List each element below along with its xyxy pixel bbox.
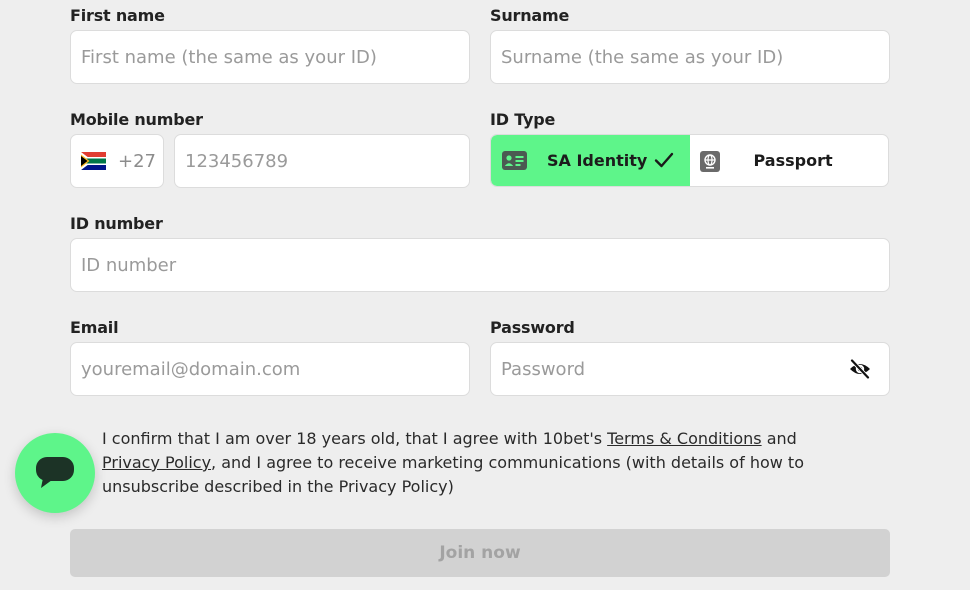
id-type-option-sa-identity[interactable]: SA Identity bbox=[491, 135, 690, 186]
passport-icon bbox=[699, 151, 720, 172]
consent-text: I confirm that I am over 18 years old, t… bbox=[102, 427, 842, 499]
mobile-number-input[interactable] bbox=[175, 135, 469, 187]
surname-label: Surname bbox=[490, 6, 570, 25]
passport-label: Passport bbox=[753, 151, 833, 170]
mobile-number-label: Mobile number bbox=[70, 110, 203, 129]
id-number-field-box bbox=[70, 238, 890, 292]
eye-off-icon[interactable] bbox=[849, 359, 871, 379]
sa-identity-label: SA Identity bbox=[547, 151, 648, 170]
id-card-icon bbox=[502, 151, 527, 170]
first-name-label: First name bbox=[70, 6, 165, 25]
email-field-box bbox=[70, 342, 470, 396]
mobile-field-box bbox=[174, 134, 470, 188]
terms-link[interactable]: Terms & Conditions bbox=[607, 429, 761, 448]
id-number-input[interactable] bbox=[71, 239, 889, 291]
password-label: Password bbox=[490, 318, 575, 337]
join-now-button[interactable]: Join now bbox=[70, 529, 890, 577]
south-africa-flag-icon bbox=[81, 152, 106, 170]
surname-field-box bbox=[490, 30, 890, 84]
country-code-selector[interactable]: +27 bbox=[70, 134, 164, 188]
password-field-box bbox=[490, 342, 890, 396]
consent-text-part-1: I confirm that I am over 18 years old, t… bbox=[102, 429, 608, 448]
privacy-policy-link[interactable]: Privacy Policy bbox=[102, 453, 211, 472]
id-number-label: ID number bbox=[70, 214, 163, 233]
first-name-input[interactable] bbox=[71, 31, 469, 83]
id-type-toggle: SA Identity Passport bbox=[490, 134, 889, 187]
country-code: +27 bbox=[118, 150, 156, 172]
password-input[interactable] bbox=[491, 343, 889, 395]
email-input[interactable] bbox=[71, 343, 469, 395]
surname-input[interactable] bbox=[491, 31, 889, 83]
consent-text-part-2: and bbox=[761, 429, 797, 448]
id-type-option-passport[interactable]: Passport bbox=[690, 135, 889, 186]
chat-button[interactable] bbox=[15, 433, 95, 513]
first-name-field-box bbox=[70, 30, 470, 84]
chat-bubble-icon bbox=[36, 457, 74, 488]
id-type-label: ID Type bbox=[490, 110, 556, 129]
email-label: Email bbox=[70, 318, 119, 337]
check-icon bbox=[654, 152, 674, 168]
